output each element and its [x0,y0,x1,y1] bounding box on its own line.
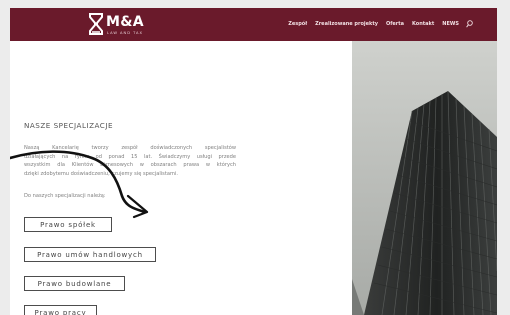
nav-item-zespol[interactable]: Zespół [288,21,307,27]
search-icon[interactable] [466,20,473,28]
site-header: M&A LAW AND TAX Zespół Zrealizowane proj… [10,8,497,41]
main-nav: Zespół Zrealizowane projekty Oferta Kont… [280,20,473,28]
paragraph-line: Naszą Kancelarię tworzy zespół doświadcz… [24,145,236,151]
logo-name: M&A [106,14,144,30]
page: M&A LAW AND TAX Zespół Zrealizowane proj… [10,8,497,315]
specialization-button-praca[interactable]: Prawo pracy [24,305,97,315]
specializations-intro: Do naszych specjalizacji należą: [24,193,106,199]
specialization-button-umowy[interactable]: Prawo umów handlowych [24,247,156,262]
paragraph-line: wszystkim dla Klientów biznesowych w obs… [24,162,236,169]
nav-item-kontakt[interactable]: Kontakt [412,21,434,27]
specialization-button-spolki[interactable]: Prawo spółek [24,217,112,232]
logo-subtitle: LAW AND TAX [107,31,143,35]
intro-paragraph: Naszą Kancelarię tworzy zespół doświadcz… [24,144,236,179]
skyscraper-photo-graphic [352,41,497,315]
skyscraper-photo [352,41,497,315]
paragraph-line: dzięki zdobytemu doświadczeniu, czujemy … [24,171,178,178]
hourglass-logo-icon [89,13,103,35]
paragraph-line: działających na rynku od ponad 15 lat. Ś… [24,153,236,160]
section-heading: NASZE SPECJALIZACJE [24,121,113,130]
main-content: NASZE SPECJALIZACJE Naszą Kancelarię two… [10,41,352,315]
specialization-button-budowlane[interactable]: Prawo budowlane [24,276,125,291]
nav-item-oferta[interactable]: Oferta [386,21,404,27]
nav-item-news[interactable]: NEWS [442,21,459,27]
nav-item-projekty[interactable]: Zrealizowane projekty [315,21,378,27]
